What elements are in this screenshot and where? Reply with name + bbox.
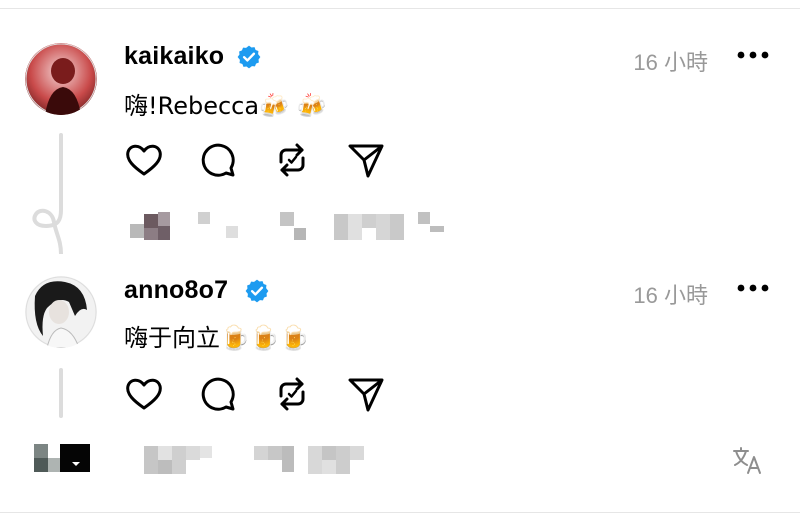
heart-icon[interactable] <box>124 374 164 414</box>
verified-badge-icon <box>245 279 269 303</box>
action-bar <box>124 374 394 414</box>
avatar-anno8o7[interactable] <box>25 276 97 348</box>
more-options-icon[interactable] <box>736 282 770 294</box>
send-icon[interactable] <box>346 374 386 414</box>
username[interactable]: anno8o7 <box>124 276 228 305</box>
translate-icon[interactable] <box>732 447 764 475</box>
comment-bubble-icon[interactable] <box>198 374 238 414</box>
post-time: 16 小時 <box>633 283 708 308</box>
bottom-divider <box>0 512 800 513</box>
post-2: anno8o7 16 小時 嗨于向立🍺🍺🍺 <box>0 0 800 519</box>
repost-icon[interactable] <box>272 374 312 414</box>
blurred-replies-strip <box>34 444 364 474</box>
post-content: 嗨于向立🍺🍺🍺 <box>124 324 310 352</box>
thread-line <box>59 368 63 418</box>
